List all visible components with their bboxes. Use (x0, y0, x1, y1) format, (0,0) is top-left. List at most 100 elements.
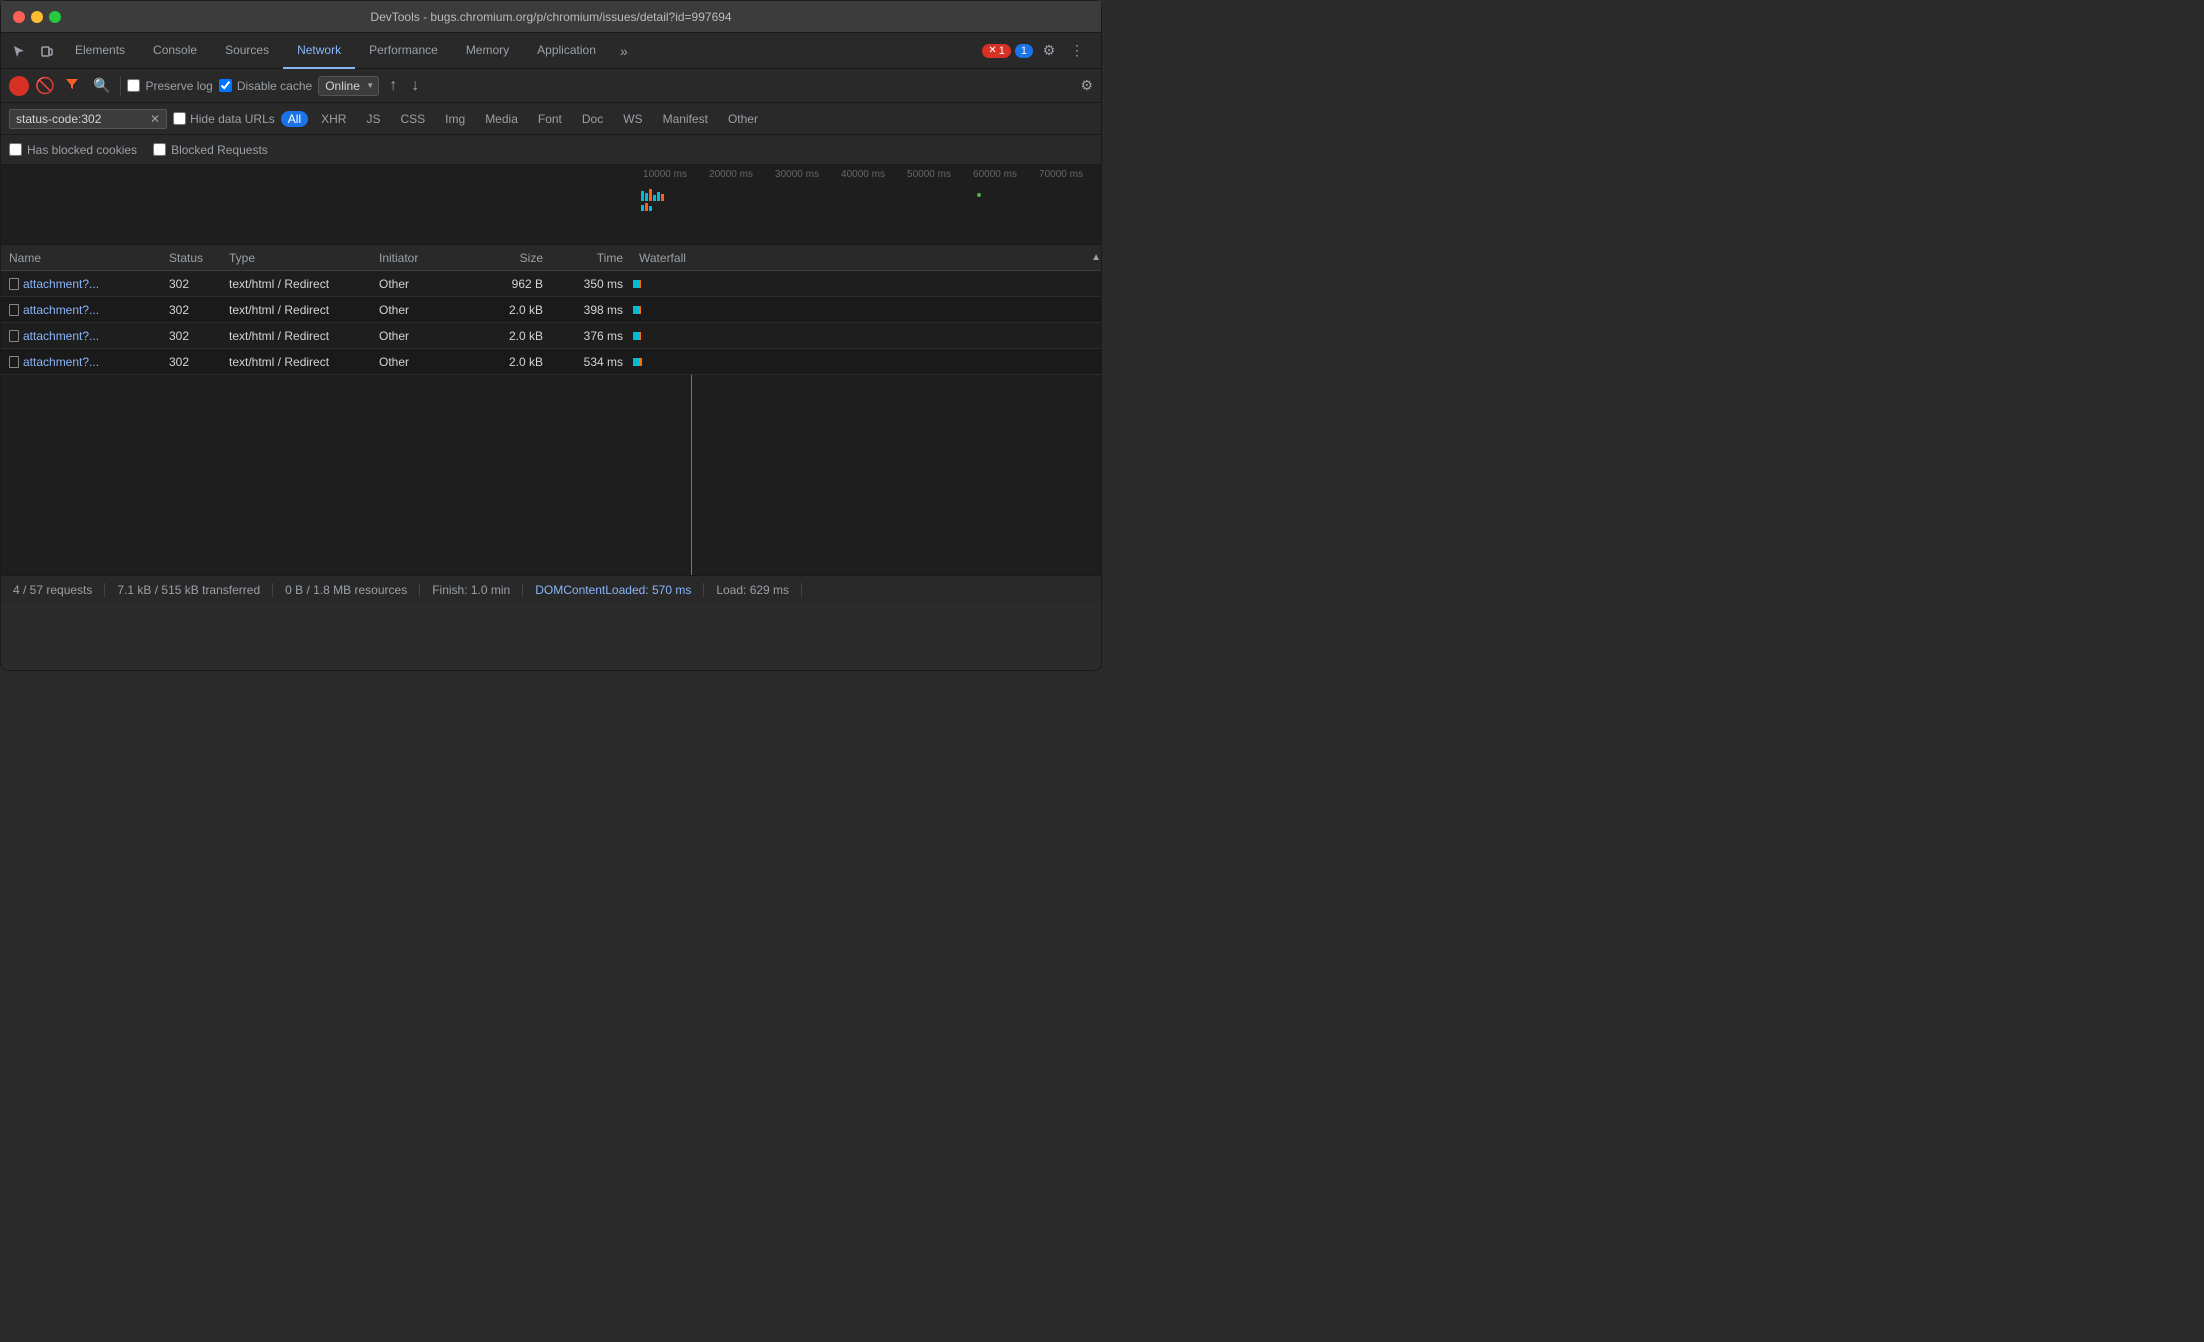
preserve-log-checkbox[interactable]: Preserve log (127, 79, 212, 93)
table-wrapper: attachment?... 302 text/html / Redirect … (1, 271, 1101, 575)
cell-size-1: 2.0 kB (471, 303, 551, 317)
filter-font-button[interactable]: Font (531, 111, 569, 127)
waterfall-timeline: 10000 ms 20000 ms 30000 ms 40000 ms 5000… (1, 165, 1101, 245)
status-load: Load: 629 ms (704, 583, 802, 597)
blocked-requests-input[interactable] (153, 143, 166, 156)
has-blocked-cookies-checkbox[interactable]: Has blocked cookies (9, 143, 137, 157)
network-throttle-wrapper: Online (318, 76, 379, 96)
waterfall-vertical-line (691, 375, 692, 575)
col-header-waterfall[interactable]: Waterfall ▲ (631, 251, 1101, 265)
minimize-button[interactable] (31, 11, 43, 23)
cell-initiator-1: Other (371, 303, 471, 317)
cursor-icon[interactable] (5, 37, 33, 65)
tab-console[interactable]: Console (139, 33, 211, 69)
timeline-label-40k: 40000 ms (833, 169, 899, 180)
error-badge: ✕ 1 (982, 44, 1011, 58)
tab-network[interactable]: Network (283, 33, 355, 69)
status-dom-content-loaded: DOMContentLoaded: 570 ms (523, 583, 704, 597)
tab-actions: ✕ 1 1 ⚙ ⋮ (982, 39, 1097, 63)
cell-time-0: 350 ms (551, 277, 631, 291)
filter-icon[interactable] (61, 75, 83, 96)
col-header-type[interactable]: Type (221, 251, 371, 265)
filter-input-wrapper: ✕ (9, 109, 167, 129)
timeline-label-60k: 60000 ms (965, 169, 1031, 180)
status-resources: 0 B / 1.8 MB resources (273, 583, 420, 597)
cell-status-3: 302 (161, 355, 221, 369)
cell-status-1: 302 (161, 303, 221, 317)
info-badge: 1 (1015, 44, 1033, 58)
cell-type-0: text/html / Redirect (221, 277, 371, 291)
upload-icon[interactable]: ↑ (385, 75, 401, 97)
filter-ws-button[interactable]: WS (616, 111, 649, 127)
cell-name-3: attachment?... (1, 355, 161, 369)
filter-doc-button[interactable]: Doc (575, 111, 610, 127)
col-header-name[interactable]: Name (1, 251, 161, 265)
table-header: Name Status Type Initiator Size Time Wat… (1, 245, 1101, 271)
filter-css-button[interactable]: CSS (393, 111, 432, 127)
hide-data-urls-checkbox[interactable]: Hide data URLs (173, 112, 275, 126)
disable-cache-checkbox[interactable]: Disable cache (219, 79, 312, 93)
file-icon (9, 330, 19, 342)
col-header-size[interactable]: Size (471, 251, 551, 265)
status-transferred: 7.1 kB / 515 kB transferred (105, 583, 273, 597)
disable-cache-input[interactable] (219, 79, 232, 92)
more-options-icon[interactable]: ⋮ (1065, 39, 1089, 63)
search-icon[interactable]: 🔍 (89, 75, 114, 96)
cell-status-2: 302 (161, 329, 221, 343)
tab-sources[interactable]: Sources (211, 33, 283, 69)
filter-other-button[interactable]: Other (721, 111, 765, 127)
file-icon (9, 304, 19, 316)
cell-size-0: 962 B (471, 277, 551, 291)
more-tabs-button[interactable]: » (610, 37, 638, 65)
record-button[interactable] (9, 76, 29, 96)
filter-input[interactable] (16, 112, 146, 126)
network-settings-icon[interactable]: ⚙ (1080, 77, 1093, 94)
tab-memory[interactable]: Memory (452, 33, 523, 69)
timeline-label-20k: 20000 ms (701, 169, 767, 180)
empty-area (1, 375, 1101, 575)
settings-icon[interactable]: ⚙ (1037, 39, 1061, 63)
has-blocked-cookies-input[interactable] (9, 143, 22, 156)
col-header-initiator[interactable]: Initiator (371, 251, 471, 265)
window-title: DevTools - bugs.chromium.org/p/chromium/… (370, 10, 731, 24)
filter-js-button[interactable]: JS (359, 111, 387, 127)
table-row[interactable]: attachment?... 302 text/html / Redirect … (1, 349, 1101, 375)
device-icon[interactable] (33, 37, 61, 65)
network-throttle-select[interactable]: Online (318, 76, 379, 96)
cell-time-1: 398 ms (551, 303, 631, 317)
close-button[interactable] (13, 11, 25, 23)
hide-data-urls-input[interactable] (173, 112, 186, 125)
blocked-row: Has blocked cookies Blocked Requests (1, 135, 1101, 165)
clear-filter-icon[interactable]: ✕ (150, 112, 160, 126)
filter-manifest-button[interactable]: Manifest (656, 111, 715, 127)
filter-media-button[interactable]: Media (478, 111, 525, 127)
table-row[interactable]: attachment?... 302 text/html / Redirect … (1, 323, 1101, 349)
traffic-lights (13, 11, 61, 23)
maximize-button[interactable] (49, 11, 61, 23)
col-header-time[interactable]: Time (551, 251, 631, 265)
cell-name-2: attachment?... (1, 329, 161, 343)
blocked-requests-checkbox[interactable]: Blocked Requests (153, 143, 268, 157)
col-header-status[interactable]: Status (161, 251, 221, 265)
tab-elements[interactable]: Elements (61, 33, 139, 69)
preserve-log-input[interactable] (127, 79, 140, 92)
stop-icon[interactable]: 🚫 (35, 76, 55, 96)
filter-all-button[interactable]: All (281, 111, 308, 127)
timeline-labels: 10000 ms 20000 ms 30000 ms 40000 ms 5000… (1, 169, 1101, 180)
tabs-row: Elements Console Sources Network Perform… (1, 33, 1101, 69)
status-requests: 4 / 57 requests (13, 583, 105, 597)
tab-application[interactable]: Application (523, 33, 610, 69)
cell-type-3: text/html / Redirect (221, 355, 371, 369)
table-row[interactable]: attachment?... 302 text/html / Redirect … (1, 297, 1101, 323)
timeline-label-10k: 10000 ms (635, 169, 701, 180)
tab-performance[interactable]: Performance (355, 33, 452, 69)
separator (120, 76, 121, 96)
sort-arrow-icon: ▲ (1091, 252, 1101, 263)
table-row[interactable]: attachment?... 302 text/html / Redirect … (1, 271, 1101, 297)
filter-xhr-button[interactable]: XHR (314, 111, 353, 127)
toolbar-row: 🚫 🔍 Preserve log Disable cache Online ↑ … (1, 69, 1101, 103)
filter-img-button[interactable]: Img (438, 111, 472, 127)
cell-time-2: 376 ms (551, 329, 631, 343)
download-icon[interactable]: ↓ (407, 75, 423, 97)
filter-row: ✕ Hide data URLs All XHR JS CSS Img Medi… (1, 103, 1101, 135)
